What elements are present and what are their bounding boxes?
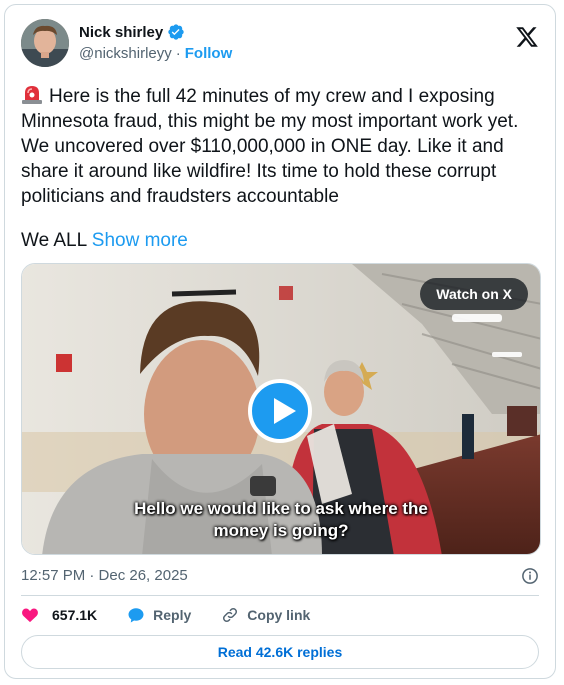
- reply-button[interactable]: Reply: [127, 606, 191, 624]
- tweet-text-continued: We ALL Show more: [21, 230, 188, 252]
- copy-link-label: Copy link: [247, 607, 311, 623]
- info-icon[interactable]: [521, 567, 539, 585]
- reply-label: Reply: [153, 607, 192, 623]
- like-count: 657.1K: [52, 607, 98, 623]
- show-more-link[interactable]: Show more: [92, 230, 188, 251]
- caption-line-1: Hello we would like to ask where the: [134, 499, 428, 518]
- video-caption: Hello we would like to ask where the mon…: [22, 498, 540, 542]
- play-icon[interactable]: [248, 379, 312, 443]
- reply-icon: [128, 608, 144, 623]
- tweet-continued-text: We ALL: [21, 230, 87, 251]
- read-replies-button[interactable]: Read 42.6K replies: [21, 635, 539, 669]
- author-name[interactable]: Nick shirley: [79, 24, 163, 41]
- caption-line-2: money is going?: [213, 521, 349, 540]
- like-button[interactable]: 657.1K: [21, 606, 97, 624]
- tweet-text: Here is the full 42 minutes of my crew a…: [21, 83, 541, 209]
- copy-link-button[interactable]: Copy link: [221, 606, 310, 624]
- tweet-timestamp[interactable]: 12:57 PM · Dec 26, 2025: [21, 567, 188, 584]
- verified-badge-icon: [168, 24, 184, 40]
- follow-link[interactable]: Follow: [185, 45, 233, 62]
- separator-dot: ·: [175, 45, 181, 62]
- author-block: Nick shirley @nickshirleyy · Follow: [79, 23, 233, 63]
- embedded-tweet-card: Nick shirley @nickshirleyy · Follow Here…: [4, 4, 556, 679]
- video-player[interactable]: Watch on X Hello we would like to ask wh…: [21, 263, 541, 555]
- x-logo-icon[interactable]: [515, 25, 539, 49]
- avatar[interactable]: [21, 19, 69, 67]
- watch-on-x-button[interactable]: Watch on X: [420, 278, 528, 310]
- author-handle[interactable]: @nickshirleyy: [79, 45, 172, 62]
- tweet-body-text: Here is the full 42 minutes of my crew a…: [21, 86, 519, 207]
- siren-emoji-icon: [22, 86, 42, 104]
- divider: [21, 595, 539, 596]
- tweet-header: Nick shirley @nickshirleyy · Follow: [21, 19, 539, 67]
- action-bar: 657.1K Reply Copy link: [21, 603, 340, 627]
- heart-icon: [22, 608, 38, 623]
- link-icon: [223, 607, 238, 623]
